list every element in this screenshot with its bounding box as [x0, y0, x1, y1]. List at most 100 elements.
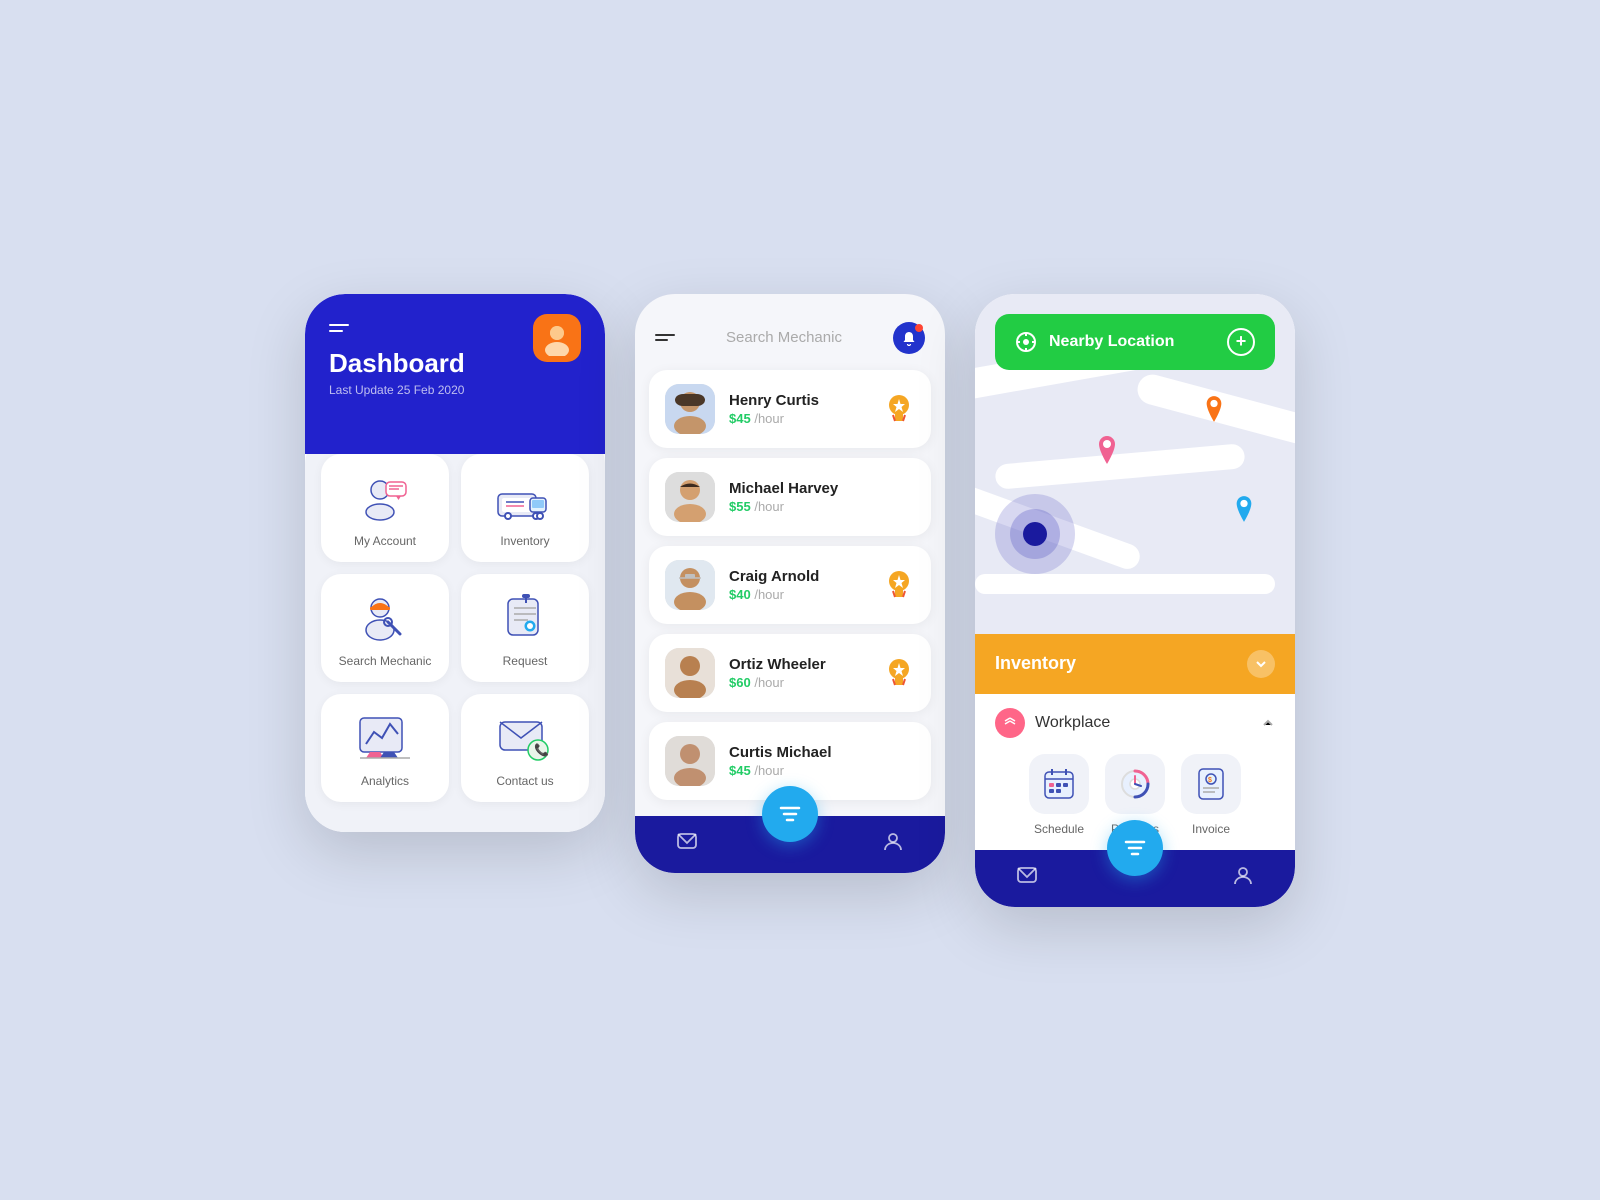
dashboard-body: My Account: [305, 434, 605, 832]
svg-text:📞: 📞: [534, 742, 549, 757]
messages-nav[interactable]: [675, 830, 699, 859]
mechanic-info: Ortiz Wheeler $60 /hour: [729, 656, 869, 690]
mechanic-info: Henry Curtis $45 /hour: [729, 392, 869, 426]
mechanic-price: $45 /hour: [729, 763, 869, 778]
inventory-label: Inventory: [500, 534, 549, 548]
avatar[interactable]: [533, 314, 581, 362]
mechanic-avatar: [665, 384, 715, 434]
mechanic-icon: [355, 594, 415, 644]
dashboard-subtitle: Last Update 25 Feb 2020: [329, 383, 581, 397]
mechanic-label: Search Mechanic: [339, 654, 432, 668]
price-value: $45: [729, 763, 751, 778]
mechanic-name: Henry Curtis: [729, 392, 869, 409]
wp-item-schedule[interactable]: Schedule: [1029, 754, 1089, 836]
phone-search: Search Mechanic: [635, 294, 945, 873]
notification-bell[interactable]: [893, 322, 925, 354]
map-pin-pink[interactable]: [1095, 434, 1119, 466]
analytics-label: Analytics: [361, 774, 409, 788]
grid-item-analytics[interactable]: Analytics: [321, 694, 449, 802]
mechanic-info: Michael Harvey $55 /hour: [729, 480, 869, 514]
dashboard-header: Dashboard Last Update 25 Feb 2020: [305, 294, 605, 454]
map-road: [975, 574, 1275, 594]
request-icon: [495, 594, 555, 644]
price-value: $45: [729, 411, 751, 426]
mechanic-avatar: [665, 560, 715, 610]
profile-nav-3[interactable]: [1231, 864, 1255, 893]
map-pin-orange[interactable]: [1203, 394, 1225, 424]
grid-item-account[interactable]: My Account: [321, 454, 449, 562]
mechanic-name: Curtis Michael: [729, 744, 869, 761]
phones-container: Dashboard Last Update 25 Feb 2020: [305, 294, 1295, 907]
account-icon: [355, 474, 415, 524]
messages-nav-3[interactable]: [1015, 864, 1039, 893]
mechanic-item[interactable]: Ortiz Wheeler $60 /hour: [649, 634, 931, 712]
mechanic-info: Curtis Michael $45 /hour: [729, 744, 869, 778]
inventory-chevron-icon[interactable]: [1247, 650, 1275, 678]
mechanic-info: Craig Arnold $40 /hour: [729, 568, 869, 602]
mechanic-name: Craig Arnold: [729, 568, 869, 585]
invoice-label: Invoice: [1192, 822, 1230, 836]
mechanic-avatar: [665, 472, 715, 522]
award-badge: [883, 569, 915, 601]
map-pin-blue[interactable]: [1233, 494, 1255, 524]
invoice-icon: $: [1181, 754, 1241, 814]
mechanic-name: Ortiz Wheeler: [729, 656, 869, 673]
price-unit: /hour: [754, 499, 784, 514]
nearby-location-button[interactable]: Nearby Location +: [995, 314, 1275, 370]
price-unit: /hour: [754, 675, 784, 690]
mechanic-item[interactable]: Michael Harvey $55 /hour: [649, 458, 931, 536]
mechanic-price: $55 /hour: [729, 499, 869, 514]
request-label: Request: [503, 654, 548, 668]
profile-nav[interactable]: [881, 830, 905, 859]
price-value: $60: [729, 675, 751, 690]
inventory-panel: Inventory: [975, 634, 1295, 850]
notification-dot: [915, 324, 923, 332]
grid-item-mechanic[interactable]: Search Mechanic: [321, 574, 449, 682]
map-view: Nearby Location +: [975, 294, 1295, 634]
phone-map: Nearby Location + Inventory: [975, 294, 1295, 907]
award-badge: [883, 393, 915, 425]
menu-icon[interactable]: [329, 324, 353, 332]
price-unit: /hour: [754, 587, 784, 602]
grid-item-inventory[interactable]: Inventory: [461, 454, 589, 562]
nearby-plus-icon[interactable]: +: [1227, 328, 1255, 356]
price-value: $55: [729, 499, 751, 514]
mechanic-item[interactable]: Henry Curtis $45 /hour: [649, 370, 931, 448]
bottom-nav: [635, 816, 945, 873]
analytics-icon: [355, 714, 415, 764]
location-dot: [1023, 522, 1047, 546]
mechanic-avatar: [665, 736, 715, 786]
workplace-header: Workplace: [995, 708, 1275, 738]
svg-text:$: $: [1208, 777, 1212, 784]
price-value: $40: [729, 587, 751, 602]
grid-item-request[interactable]: Request: [461, 574, 589, 682]
mechanic-price: $45 /hour: [729, 411, 869, 426]
account-label: My Account: [354, 534, 416, 548]
progress-icon: [1105, 754, 1165, 814]
search-title: Search Mechanic: [726, 329, 842, 346]
schedule-label: Schedule: [1034, 822, 1084, 836]
mechanic-avatar: [665, 648, 715, 698]
workplace-label: Workplace: [1035, 714, 1251, 732]
mechanic-name: Michael Harvey: [729, 480, 869, 497]
bottom-nav-3: [975, 850, 1295, 907]
inventory-header[interactable]: Inventory: [975, 634, 1295, 694]
price-unit: /hour: [754, 763, 784, 778]
wp-item-invoice[interactable]: $ Invoice: [1181, 754, 1241, 836]
mechanic-price: $60 /hour: [729, 675, 869, 690]
filter-button[interactable]: [762, 786, 818, 842]
mechanic-item[interactable]: Craig Arnold $40 /hour: [649, 546, 931, 624]
filter-button-3[interactable]: [1107, 820, 1163, 876]
contact-label: Contact us: [496, 774, 553, 788]
grid-item-contact[interactable]: 📞 Contact us: [461, 694, 589, 802]
menu-grid: My Account: [321, 454, 589, 802]
award-badge: [883, 657, 915, 689]
menu-icon[interactable]: [655, 334, 675, 341]
workplace-icon: [995, 708, 1025, 738]
mechanic-list: Henry Curtis $45 /hour: [635, 370, 945, 800]
workplace-chevron-icon[interactable]: [1261, 716, 1275, 730]
inventory-title: Inventory: [995, 653, 1076, 674]
phone-dashboard: Dashboard Last Update 25 Feb 2020: [305, 294, 605, 832]
map-road: [994, 443, 1245, 490]
schedule-icon: [1029, 754, 1089, 814]
